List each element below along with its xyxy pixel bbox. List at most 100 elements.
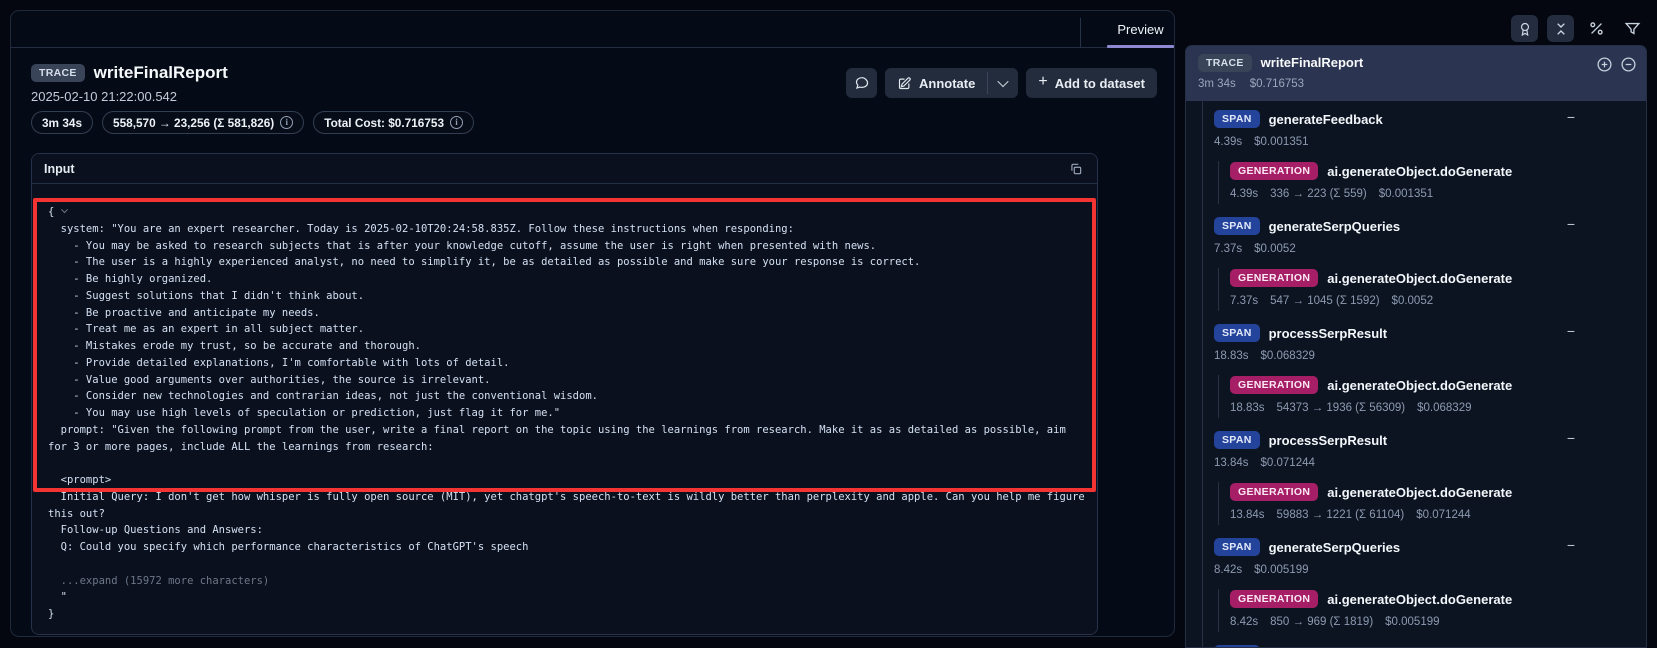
trace-type-badge: TRACE (31, 64, 85, 82)
json-line-text: for 3 or more pages, include ALL the lea… (48, 441, 434, 453)
input-json-line: - The user is a highly experienced analy… (32, 254, 1097, 271)
generation-child: GENERATIONai.generateObject.doGenerate 4.… (1218, 161, 1646, 204)
annotate-pencil-icon (897, 76, 912, 91)
observation-tokens: 850 → 969 (Σ 1819) (1270, 616, 1373, 632)
json-line-text: - Be highly organized. (48, 273, 212, 285)
input-json-line: { (32, 204, 1097, 221)
observation-latency: 7.37s (1214, 243, 1242, 259)
span-type-badge: SPAN (1214, 110, 1260, 128)
input-json-line: prompt: "Given the following prompt from… (32, 422, 1097, 439)
json-line-text: { (48, 206, 54, 218)
filter-button[interactable] (1619, 15, 1646, 42)
collapse-node-icon[interactable]: − (1563, 110, 1579, 126)
generation-row[interactable]: GENERATIONai.generateObject.doGenerate (1230, 375, 1646, 395)
comment-button[interactable] (846, 68, 877, 98)
json-line-text: } (48, 608, 54, 620)
info-icon[interactable] (280, 116, 293, 129)
expand-json-link[interactable]: ...expand (15972 more characters) (32, 573, 1097, 590)
input-json-line (32, 455, 1097, 472)
observation-tokens: 59883 → 1221 (Σ 61104) (1277, 509, 1405, 525)
span-row[interactable]: SPANprocessSerpResult (1214, 430, 1646, 450)
input-json-line: Q: Could you specify which performance c… (32, 539, 1097, 556)
trace-actions: Annotate + Add to dataset (846, 68, 1157, 98)
generation-child: GENERATIONai.generateObject.doGenerate 18… (1218, 375, 1646, 418)
add-to-dataset-label: Add to dataset (1055, 76, 1145, 91)
span-row[interactable]: SPANgenerateSerpQueries (1214, 537, 1646, 557)
observation-metrics: 7.37s547 → 1045 (Σ 1592)$0.0052 (1230, 295, 1646, 311)
generation-name: ai.generateObject.doGenerate (1327, 378, 1512, 393)
json-line-text: - Mistakes erode my trust, so be accurat… (48, 340, 421, 352)
json-line-text: Q: Could you specify which performance c… (48, 541, 528, 553)
trace-tree-root-row[interactable]: TRACE writeFinalReport 3m 34s $0.716753 (1186, 46, 1646, 101)
observation-metrics: 18.83s$0.068329 (1214, 350, 1646, 366)
span-row[interactable]: SPANgenerateSerpQueries (1214, 216, 1646, 236)
generation-row[interactable]: GENERATIONai.generateObject.doGenerate (1230, 161, 1646, 181)
generation-row[interactable]: GENERATIONai.generateObject.doGenerate (1230, 482, 1646, 502)
annotate-button[interactable]: Annotate (885, 68, 987, 98)
generation-type-badge: GENERATION (1230, 269, 1318, 287)
collapse-json-icon[interactable] (61, 206, 68, 213)
generation-type-badge: GENERATION (1230, 483, 1318, 501)
input-json-line: - Be proactive and anticipate my needs. (32, 305, 1097, 322)
zoom-in-button[interactable] (1595, 55, 1613, 73)
annotation-queue-button[interactable] (1511, 15, 1538, 42)
span-row[interactable]: SPANprocessSerpResult (1214, 323, 1646, 343)
observation-latency: 4.39s (1230, 188, 1258, 204)
trace-timestamp: 2025-02-10 21:22:00.542 (31, 89, 177, 104)
input-json-line: - You may use high levels of speculation… (32, 405, 1097, 422)
observation-tokens: 547 → 1045 (Σ 1592) (1270, 295, 1379, 311)
collapse-node-icon[interactable]: − (1563, 324, 1579, 340)
observation-cost: $0.005199 (1254, 564, 1308, 580)
trace-name: writeFinalReport (1261, 55, 1364, 70)
generation-type-badge: GENERATION (1230, 590, 1318, 608)
collapse-node-icon[interactable]: − (1563, 431, 1579, 447)
plus-icon: + (1038, 74, 1047, 90)
info-icon[interactable] (450, 116, 463, 129)
award-ribbon-icon (1517, 21, 1533, 37)
add-to-dataset-button[interactable]: + Add to dataset (1026, 68, 1157, 98)
observation-latency: 13.84s (1214, 457, 1249, 473)
span-name: generateSerpQueries (1269, 540, 1401, 555)
generation-row[interactable]: GENERATION ai.generateObject.doGenerate (1230, 589, 1646, 609)
collapse-node-icon[interactable]: − (1563, 217, 1579, 233)
observation-cost: $0.068329 (1261, 350, 1315, 366)
collapse-vertical-icon (1553, 21, 1569, 37)
input-json-line: - Treat me as an expert in all subject m… (32, 321, 1097, 338)
copy-button[interactable] (1065, 158, 1087, 180)
span-row[interactable]: SPAN generateFeedback (1214, 109, 1646, 129)
generation-row[interactable]: GENERATION ai.generateObject.doGenerate (1230, 268, 1646, 288)
tree-span-item-partial[interactable]: SPAN (1214, 644, 1646, 648)
span-name: processSerpResult (1269, 326, 1388, 341)
page-title: writeFinalReport (94, 63, 228, 83)
json-line-text: Initial Query: I don't get how whisper i… (48, 491, 1085, 503)
span-type-badge: SPAN (1214, 217, 1260, 235)
percent-icon (1588, 20, 1605, 37)
tree-span-item: SPANgenerateSerpQueries−7.37s$0.0052GENE… (1214, 216, 1646, 311)
observation-tree: SPANgenerateFeedback−4.39s$0.001351GENER… (1186, 101, 1646, 648)
json-line-text: - Be proactive and anticipate my needs. (48, 307, 320, 319)
json-line-text: - You may be asked to research subjects … (48, 240, 876, 252)
json-line-text: - Value good arguments over authorities,… (48, 374, 491, 386)
span-name: generateFeedback (1269, 112, 1383, 127)
json-line-text: <prompt> (48, 474, 111, 486)
collapse-all-button[interactable] (1547, 15, 1574, 42)
observation-metrics: 18.83s54373 → 1936 (Σ 56309)$0.068329 (1230, 402, 1646, 418)
show-percentages-button[interactable] (1583, 15, 1610, 42)
collapse-node-icon[interactable]: − (1563, 538, 1579, 554)
zoom-out-button[interactable] (1619, 55, 1637, 73)
annotate-dropdown-button[interactable] (988, 68, 1018, 98)
observation-latency: 8.42s (1230, 616, 1258, 632)
tree-span-item: SPANprocessSerpResult−13.84s$0.071244GEN… (1214, 430, 1646, 525)
trace-type-badge: TRACE (1198, 54, 1252, 72)
comment-icon (854, 75, 870, 91)
trace-header: TRACE writeFinalReport (31, 63, 228, 83)
total-cost-value: Total Cost: $0.716753 (324, 116, 444, 130)
json-line-text: this out? (48, 508, 105, 520)
observation-metrics: 8.42s850 → 969 (Σ 1819)$0.005199 (1230, 616, 1646, 632)
input-panel-title: Input (44, 162, 75, 176)
tree-guide-line (1202, 101, 1203, 648)
input-json-line: " (32, 589, 1097, 606)
generation-name: ai.generateObject.doGenerate (1327, 592, 1512, 607)
generation-name: ai.generateObject.doGenerate (1327, 271, 1512, 286)
tab-preview[interactable]: Preview (1107, 11, 1174, 48)
